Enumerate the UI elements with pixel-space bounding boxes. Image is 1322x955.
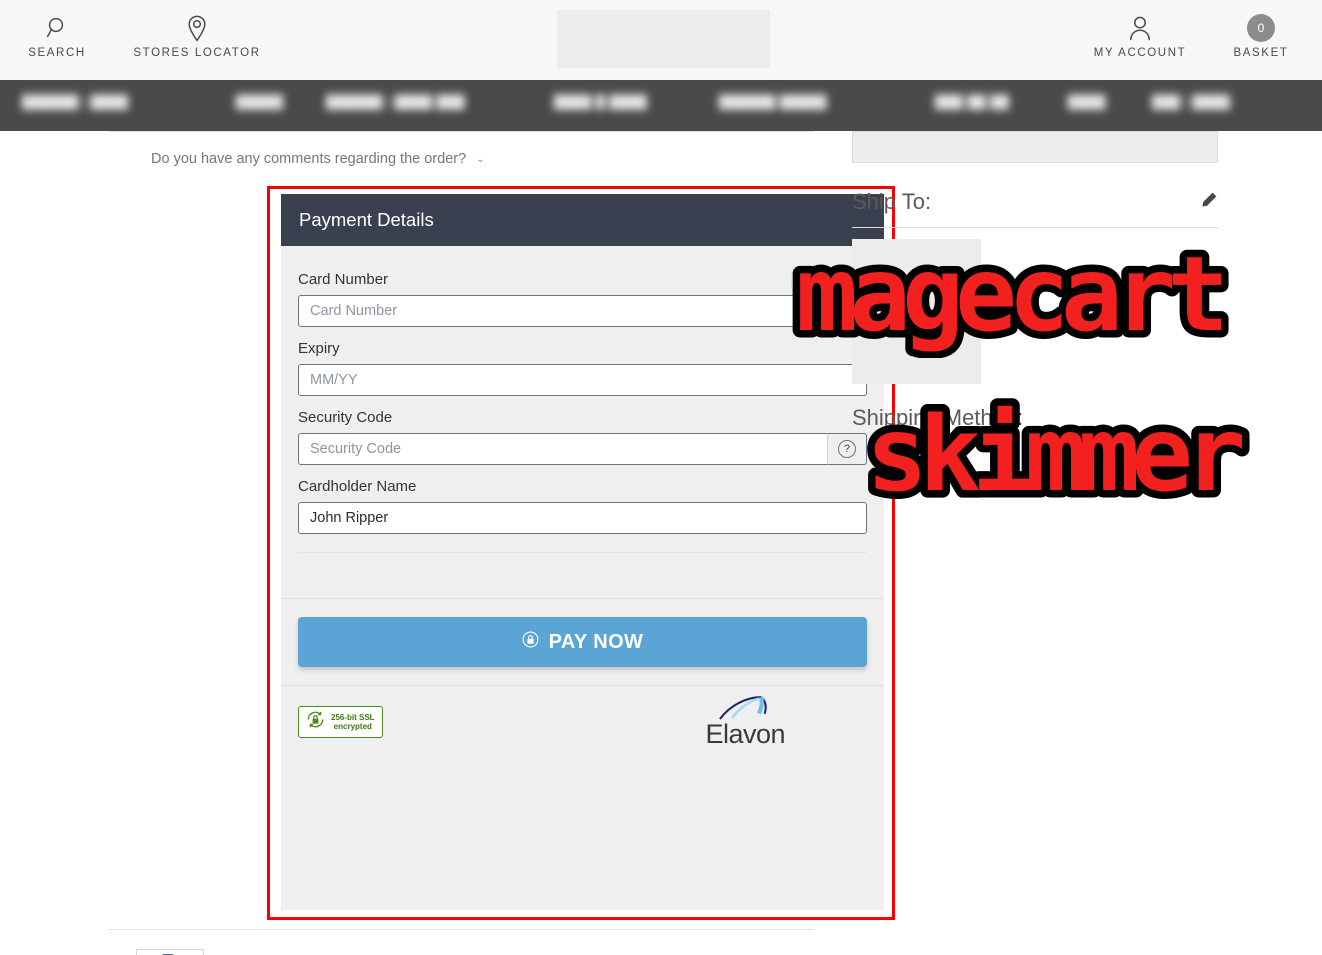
payment-form-spacer — [281, 553, 884, 599]
field-card-number: Card Number VISA Card Number — [298, 271, 867, 327]
cardholder-name-input[interactable] — [298, 502, 867, 534]
payment-footer: 256-bit SSL encrypted Elavon — [281, 686, 884, 758]
ssl-line-2: encrypted — [333, 722, 372, 731]
ssl-badge-text: 256-bit SSL encrypted — [331, 713, 375, 731]
nav-item-2[interactable]: █████ — [236, 95, 283, 115]
header-stores-locator[interactable]: STORES LOCATOR — [130, 14, 264, 59]
payment-iframe-highlight: Payment Details Card Number VISA Card Nu… — [267, 186, 895, 920]
expiry-input[interactable] — [298, 364, 867, 396]
pencil-icon[interactable] — [1200, 191, 1218, 214]
search-icon — [46, 14, 68, 42]
payment-form: Card Number VISA Card Number Expiry MM/Y… — [281, 246, 884, 553]
site-logo[interactable] — [557, 10, 770, 68]
utility-header: SEARCH STORES LOCATOR MY ACCOUNT 0 BASKE… — [0, 0, 1322, 80]
header-my-account[interactable]: MY ACCOUNT — [1079, 14, 1201, 59]
header-search[interactable]: SEARCH — [22, 14, 92, 59]
nav-item-6[interactable]: ███ ██ ██ — [935, 95, 1009, 115]
elavon-wordmark: Elavon — [705, 719, 785, 749]
payment-panel-header: Payment Details — [281, 194, 884, 246]
pay-now-label: PAY NOW — [548, 630, 644, 653]
pay-now-section: PAY NOW — [281, 599, 884, 686]
visa-logo-icon: VISA — [791, 272, 813, 288]
nav-item-5[interactable]: ██████ █████ — [719, 95, 827, 115]
security-code-help-button[interactable]: ? — [826, 433, 867, 465]
security-code-input[interactable] — [298, 433, 828, 465]
ship-to-title: Ship To: — [852, 189, 932, 214]
card-number-label: Card Number — [298, 271, 389, 288]
payment-gateway-panel: Payment Details Card Number VISA Card Nu… — [281, 194, 884, 910]
basket-count: 0 — [1247, 14, 1275, 42]
header-account-label: MY ACCOUNT — [1093, 47, 1187, 59]
chevron-down-icon: ⌄ — [476, 153, 485, 165]
main-navigation: ██████ | ████ █████ ██████ | ████ ███ ██… — [0, 80, 1322, 131]
shipping-method-title: Shipping Method: — [852, 405, 1024, 430]
section-divider — [108, 131, 814, 132]
header-stores-label: STORES LOCATOR — [133, 47, 261, 59]
header-basket[interactable]: 0 BASKET — [1222, 14, 1300, 59]
basket-count-badge: 0 — [1247, 14, 1275, 42]
pay-now-button[interactable]: PAY NOW — [298, 617, 867, 667]
order-comments-toggle[interactable]: Do you have any comments regarding the o… — [151, 151, 814, 167]
map-pin-icon — [186, 14, 208, 42]
expiry-label: Expiry — [298, 340, 340, 357]
elavon-logo: Elavon — [705, 696, 785, 748]
nav-item-4[interactable]: ████ █ ████ — [554, 95, 647, 115]
lock-refresh-icon — [306, 710, 325, 734]
shipping-address-placeholder — [852, 239, 981, 384]
order-summary-box — [852, 131, 1218, 163]
field-cardholder-name: Cardholder Name — [298, 478, 867, 534]
ship-to-header: Ship To: — [852, 189, 1218, 228]
security-code-label: Security Code — [298, 409, 393, 426]
payment-panel-title: Payment Details — [299, 209, 434, 230]
mastercard-logo-icon — [818, 272, 840, 288]
nav-item-8[interactable]: ███ | ████ — [1152, 95, 1230, 115]
order-comments-label: Do you have any comments regarding the o… — [151, 151, 467, 167]
ssl-line-1: 256-bit SSL — [331, 712, 375, 722]
question-mark-icon: ? — [837, 440, 856, 458]
nav-item-7[interactable]: ████ — [1068, 95, 1106, 115]
alt-payment-divider — [108, 929, 814, 930]
field-security-code: Security Code ? — [298, 409, 867, 465]
ssl-badge: 256-bit SSL encrypted — [298, 706, 383, 738]
paypal-option-row: PayPal PayPal Express Checkout What is P… — [108, 949, 510, 955]
checkout-page: SEARCH STORES LOCATOR MY ACCOUNT 0 BASKE… — [0, 0, 1322, 955]
header-search-label: SEARCH — [28, 47, 86, 59]
checkout-content: Do you have any comments regarding the o… — [0, 131, 1322, 955]
header-basket-label: BASKET — [1233, 47, 1289, 59]
lock-icon — [522, 631, 539, 654]
nav-item-3[interactable]: ██████ | ████ ███ — [326, 95, 465, 115]
checkout-left-column: Do you have any comments regarding the o… — [108, 131, 895, 955]
nav-item-1[interactable]: ██████ | ████ — [22, 95, 129, 115]
card-number-input[interactable] — [298, 295, 867, 327]
paypal-logo[interactable]: PayPal — [136, 949, 204, 955]
field-expiry: Expiry — [298, 340, 867, 396]
payment-form-inner: Card Number VISA Card Number Expiry MM/Y… — [298, 271, 867, 553]
cardholder-name-label: Cardholder Name — [298, 478, 417, 495]
person-icon — [1128, 14, 1152, 42]
